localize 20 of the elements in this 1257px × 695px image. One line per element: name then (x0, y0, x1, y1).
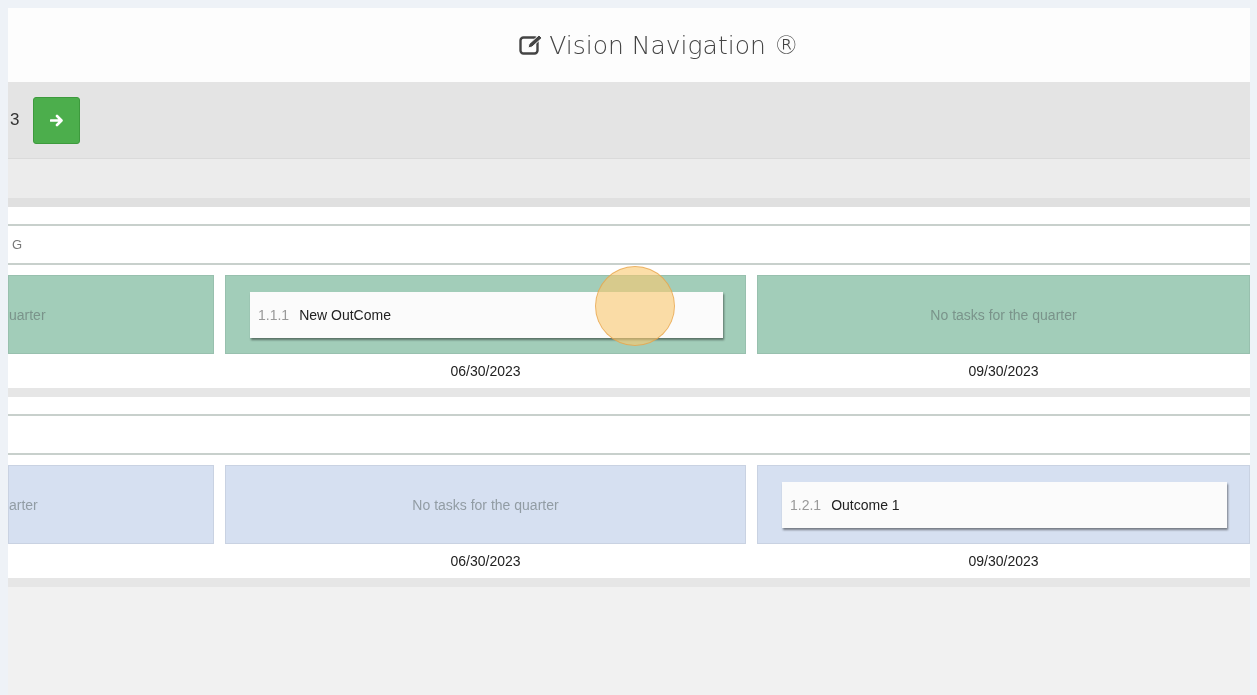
task-number: 1.1.1 (258, 306, 290, 323)
toolbar-text: 3 (10, 110, 20, 130)
quarter-date: 09/30/2023 (968, 362, 1039, 381)
task-name: Outcome 1 (831, 496, 900, 513)
empty-message: No tasks for the quarter (412, 496, 559, 513)
section-label: G (12, 237, 23, 252)
empty-message: arter (9, 496, 38, 513)
empty-message: uarter (9, 306, 46, 323)
task-card[interactable]: 1.1.1 New OutCome (250, 291, 723, 338)
page-title: Vision Navigation ® (519, 30, 799, 60)
go-button[interactable] (33, 96, 81, 144)
task-card[interactable]: 1.2.1 Outcome 1 (782, 481, 1227, 528)
empty-message: No tasks for the quarter (930, 306, 1077, 323)
task-name: New OutCome (299, 306, 391, 323)
quarter-date: 06/30/2023 (450, 362, 521, 381)
quarter-date: 09/30/2023 (968, 552, 1039, 571)
task-number: 1.2.1 (790, 496, 822, 513)
quarter-date: 06/30/2023 (450, 552, 521, 571)
edit-icon (519, 34, 544, 56)
arrow-right-icon (49, 113, 64, 127)
